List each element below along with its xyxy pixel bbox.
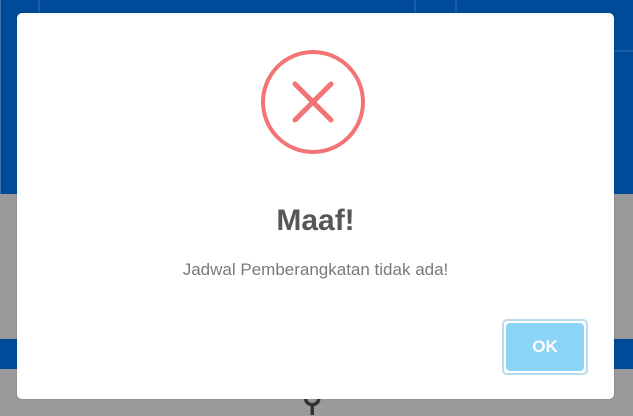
background-divider	[0, 0, 1, 194]
dialog-message: Jadwal Pemberangkatan tidak ada!	[182, 260, 449, 279]
background-divider	[414, 0, 416, 14]
dialog-title: Maaf!	[276, 204, 355, 237]
error-x-icon-glyph	[292, 81, 334, 123]
ok-button[interactable]: OK	[502, 319, 588, 375]
background-divider	[455, 0, 457, 14]
alert-dialog: Maaf! Jadwal Pemberangkatan tidak ada! O…	[17, 13, 614, 399]
ok-button-label: OK	[506, 323, 584, 371]
page: ⚲ Maaf! Jadwal Pemberangkatan tidak ada!…	[0, 0, 633, 416]
error-x-icon	[261, 50, 365, 154]
background-divider	[614, 50, 633, 52]
